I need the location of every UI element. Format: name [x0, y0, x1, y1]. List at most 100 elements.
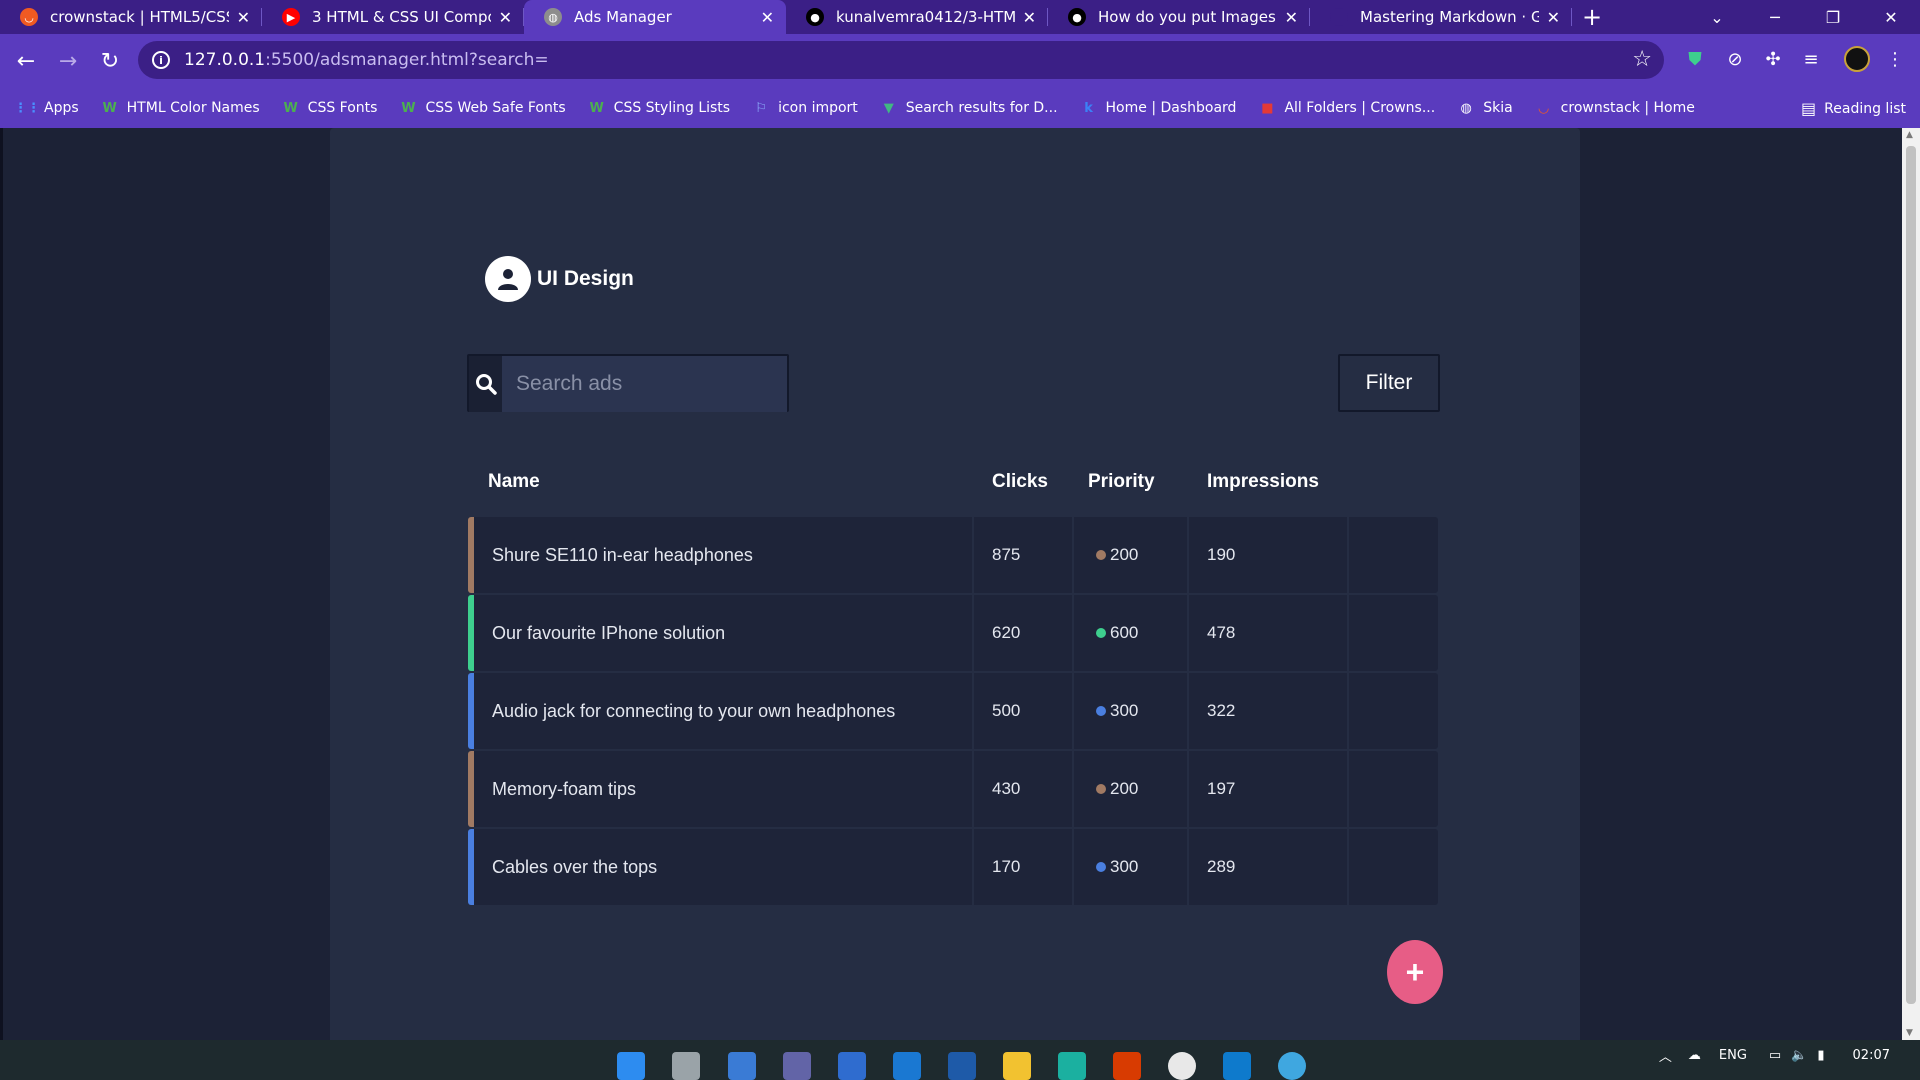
bookmark-5[interactable]: ⚐ icon import — [752, 99, 858, 117]
bookmark-label: Home | Dashboard — [1105, 100, 1237, 116]
bookmark-10[interactable]: ◡ crownstack | Home — [1535, 99, 1695, 117]
scroll-down-arrow[interactable]: ▼ — [1906, 1028, 1913, 1038]
block-extension-icon[interactable]: ⊘ — [1720, 44, 1750, 74]
tab-list: ◡ crownstack | HTML5/CSS Fo ✕ ▶ 3 HTML & CSS… — [0, 0, 1572, 34]
apps-grid-icon: ⋮⋮ — [14, 100, 40, 116]
bookmark-7[interactable]: k Home | Dashboard — [1080, 99, 1237, 117]
tab-close-icon[interactable]: ✕ — [499, 8, 512, 27]
column-header-priority[interactable]: Priority — [1074, 471, 1189, 493]
restore-button[interactable]: ❐ — [1804, 0, 1862, 34]
scrollbar-thumb[interactable] — [1906, 146, 1916, 1004]
forward-button[interactable]: → — [48, 41, 88, 81]
add-ad-button[interactable]: + — [1387, 940, 1443, 1004]
tab-separator — [1571, 8, 1572, 26]
mail-icon[interactable] — [893, 1052, 921, 1080]
photos-icon[interactable] — [948, 1052, 976, 1080]
bookmark-3[interactable]: W CSS Web Safe Fonts — [399, 99, 565, 117]
tab-4[interactable]: ● How do you put Images on ✕ — [1048, 0, 1310, 34]
bookmark-2[interactable]: W CSS Fonts — [282, 99, 378, 117]
tab-1[interactable]: ▶ 3 HTML & CSS UI Compone ✕ — [262, 0, 524, 34]
cell-priority: 300 — [1074, 829, 1189, 905]
globe-app-icon[interactable] — [1278, 1052, 1306, 1080]
column-header-clicks[interactable]: Clicks — [974, 471, 1074, 493]
widgets-icon[interactable] — [728, 1052, 756, 1080]
tab-3[interactable]: ● kunalvemra0412/3-HTML-C ✕ — [786, 0, 1048, 34]
ads-table: Shure SE110 in-ear headphones 875 200 190 Ou… — [468, 517, 1438, 907]
tab-0[interactable]: ◡ crownstack | HTML5/CSS Fo ✕ — [0, 0, 262, 34]
priority-value: 300 — [1110, 701, 1139, 720]
chrome-icon[interactable] — [1168, 1052, 1196, 1080]
w3schools-icon: W — [589, 100, 604, 116]
w3schools-icon: W — [401, 100, 416, 116]
table-row[interactable]: Shure SE110 in-ear headphones 875 200 190 — [468, 517, 1438, 593]
column-header-impressions[interactable]: Impressions — [1189, 471, 1349, 493]
table-row[interactable]: Our favourite IPhone solution 620 600 478 — [468, 595, 1438, 671]
bookmark-9[interactable]: ◍ Skia — [1457, 99, 1513, 117]
address-bar[interactable]: i 127.0.0.1:5500/adsmanager.html?search=… — [138, 41, 1664, 79]
scroll-up-arrow[interactable]: ▲ — [1906, 130, 1913, 140]
profile-avatar[interactable] — [1842, 44, 1872, 74]
profile-header: UI Design — [485, 256, 634, 302]
office-icon[interactable] — [1113, 1052, 1141, 1080]
cloud-icon[interactable]: ☁ — [1688, 1048, 1701, 1063]
teams-icon[interactable] — [783, 1052, 811, 1080]
edge-icon[interactable] — [1058, 1052, 1086, 1080]
clock[interactable]: 02:07 — [1853, 1048, 1890, 1063]
minimize-button[interactable]: ─ — [1746, 0, 1804, 34]
tab-close-icon[interactable]: ✕ — [1285, 8, 1298, 27]
reading-list-button[interactable]: ▤ Reading list — [1801, 99, 1906, 118]
bookmark-1[interactable]: W HTML Color Names — [101, 99, 259, 117]
cell-impressions: 190 — [1189, 517, 1349, 593]
bookmark-8[interactable]: ■ All Folders | Crowns... — [1258, 99, 1435, 117]
tab-close-icon[interactable]: ✕ — [1547, 8, 1560, 27]
column-header-name[interactable]: Name — [468, 471, 974, 493]
table-row[interactable]: Memory-foam tips 430 200 197 — [468, 751, 1438, 827]
tab-2[interactable]: ◍ Ads Manager ✕ — [524, 0, 786, 34]
volume-icon[interactable]: 🔈 — [1791, 1048, 1807, 1063]
new-tab-button[interactable]: + — [1572, 0, 1612, 34]
battery-icon[interactable]: ▮ — [1817, 1048, 1824, 1063]
cell-actions — [1349, 673, 1438, 749]
tab-close-icon[interactable]: ✕ — [237, 8, 250, 27]
bookmark-6[interactable]: ▼ Search results for D... — [880, 99, 1058, 117]
reload-button[interactable]: ↻ — [90, 41, 130, 81]
reading-list-label: Reading list — [1824, 100, 1906, 117]
page-scrollbar[interactable]: ▲ ▼ — [1902, 128, 1920, 1040]
file-explorer-icon[interactable] — [1003, 1052, 1031, 1080]
language-indicator[interactable]: ENG — [1719, 1048, 1747, 1063]
priority-value: 300 — [1110, 857, 1139, 876]
bookmark-star-icon[interactable]: ☆ — [1632, 47, 1652, 72]
network-icon[interactable]: ▭ — [1769, 1048, 1781, 1063]
back-button[interactable]: ← — [6, 41, 46, 81]
windows-start-icon[interactable] — [617, 1052, 645, 1080]
cell-name: Shure SE110 in-ear headphones — [474, 517, 974, 593]
media-control-icon[interactable]: ≡ — [1796, 44, 1826, 74]
bookmark-4[interactable]: W CSS Styling Lists — [588, 99, 731, 117]
tab-close-icon[interactable]: ✕ — [761, 8, 774, 27]
search-icon[interactable] — [469, 356, 502, 412]
table-row[interactable]: Audio jack for connecting to your own he… — [468, 673, 1438, 749]
vscode-icon[interactable] — [1223, 1052, 1251, 1080]
cell-actions — [1349, 829, 1438, 905]
os-taskbar: ︿ ☁ ENG ▭ 🔈 ▮ 02:07 — [0, 1040, 1920, 1080]
tab-5[interactable]: Mastering Markdown · GitH ✕ — [1310, 0, 1572, 34]
k-icon: k — [1084, 100, 1093, 116]
store-icon[interactable] — [838, 1052, 866, 1080]
shield-extension-icon[interactable]: ⛊ — [1680, 44, 1710, 74]
table-header: Name Clicks Priority Impressions — [468, 462, 1438, 502]
search-taskbar-icon[interactable] — [672, 1052, 700, 1080]
extensions-puzzle-icon[interactable]: ✣ — [1758, 44, 1788, 74]
table-row[interactable]: Cables over the tops 170 300 289 — [468, 829, 1438, 905]
close-window-button[interactable]: ✕ — [1862, 0, 1920, 34]
tab-search-icon[interactable]: ⌄ — [1688, 0, 1746, 34]
cell-priority: 200 — [1074, 517, 1189, 593]
browser-menu-icon[interactable]: ⋮ — [1880, 44, 1910, 74]
search-input[interactable] — [502, 356, 787, 412]
filter-button[interactable]: Filter — [1338, 354, 1440, 412]
tab-close-icon[interactable]: ✕ — [1023, 8, 1036, 27]
tab-favicon-icon: ◡ — [20, 8, 38, 26]
tray-overflow-icon[interactable]: ︿ — [1659, 1046, 1672, 1065]
bookmark-label: CSS Styling Lists — [613, 100, 731, 116]
site-info-icon[interactable]: i — [152, 51, 170, 69]
bookmark-0[interactable]: ⋮⋮ Apps — [14, 99, 79, 117]
